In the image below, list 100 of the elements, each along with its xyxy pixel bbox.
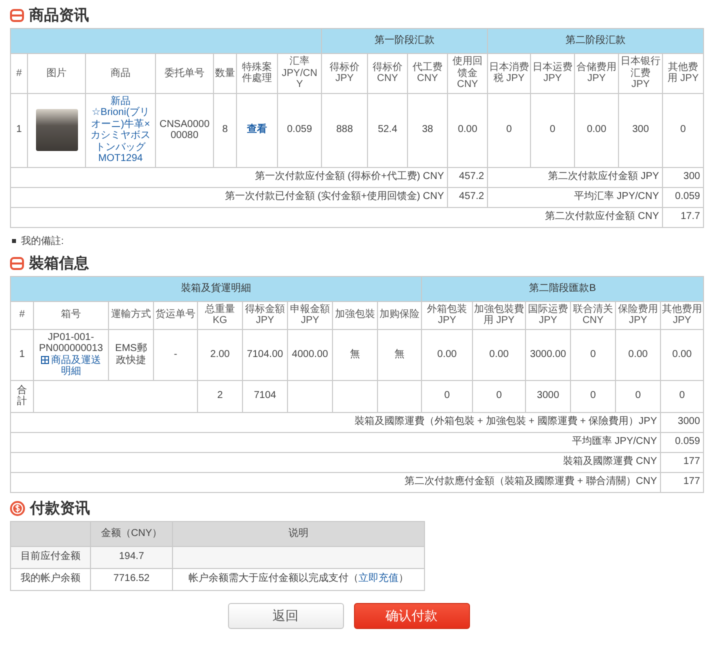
table-cell: 目前应付金额: [10, 546, 90, 568]
plus-box-icon: [41, 356, 49, 364]
table-cell: 0: [616, 380, 661, 412]
table-cell: 0.00: [472, 329, 526, 380]
photo-placeholder: [36, 109, 78, 151]
table-cell: 合計: [10, 380, 34, 412]
table-cell: 194.7: [90, 546, 172, 568]
header-cell: 委托单号: [156, 54, 214, 93]
header-cell: #: [10, 301, 34, 329]
table-cell: 888: [322, 93, 368, 167]
view-link[interactable]: 查看: [247, 124, 267, 136]
table-cell: 無: [332, 329, 378, 380]
table-cell: -: [154, 329, 198, 380]
table-cell: 0.059: [660, 432, 704, 452]
summary-label: 第二次付款应付金額 JPY: [488, 167, 663, 187]
summary-label: 平均匯率 JPY/CNY: [10, 432, 661, 452]
header-cell: 代工费 CNY: [408, 54, 448, 93]
section-title: 付款资讯: [30, 498, 90, 518]
header-cell: 日本消费税 JPY: [488, 54, 531, 93]
header-cell: 其他费用 JPY: [660, 301, 704, 329]
summary-label: 第二次付款應付金額（裝箱及國際運費 + 聯合清關）CNY: [10, 472, 661, 492]
group-header-cell: 第一阶段汇款: [322, 28, 488, 54]
box-number: JP01-001-PN000000013: [38, 332, 104, 354]
header-cell: 加购保险: [378, 301, 422, 329]
table-cell: 3000: [526, 380, 571, 412]
header-cell: 图片: [28, 54, 86, 93]
header-cell: 箱号: [34, 301, 108, 329]
table-cell: 0.00: [448, 93, 488, 167]
header-cell: 外箱包装 JPY: [422, 301, 473, 329]
table-cell: 0: [488, 93, 531, 167]
table-cell: 0: [570, 380, 616, 412]
table-cell: 0.00: [660, 329, 704, 380]
header-cell: 数量: [214, 54, 236, 93]
header-cell: 日本运费 JPY: [530, 54, 575, 93]
table-cell: 0: [530, 93, 575, 167]
table-cell: 8: [214, 93, 236, 167]
header-cell: 得标价 CNY: [368, 54, 408, 93]
table-cell: 38: [408, 93, 448, 167]
bullet-icon: [12, 238, 16, 242]
header-cell: 得标金額 JPY: [242, 301, 288, 329]
table-cell: 177: [660, 472, 704, 492]
header-cell: 加強包裝費用 JPY: [472, 301, 526, 329]
confirm-payment-button[interactable]: 确认付款: [354, 602, 470, 628]
header-cell: 金额（CNY）: [90, 521, 172, 546]
details-link[interactable]: 商品及運送明細: [37, 354, 105, 378]
table-cell: 17.7: [662, 207, 704, 227]
header-cell: 联合清关 CNY: [570, 301, 616, 329]
table-cell: 0: [472, 380, 526, 412]
group-header-cell: 第二阶段汇款: [488, 28, 704, 54]
header-cell: 总重量 KG: [198, 301, 242, 329]
table-cell: 0: [662, 93, 704, 167]
summary-label: 第一次付款已付金額 (实付金額+使用回馈金) CNY: [10, 187, 448, 207]
header-cell: 货运单号: [154, 301, 198, 329]
group-header-cell: 第二階段匯款B: [422, 276, 704, 301]
table-cell: 3000: [660, 412, 704, 432]
header-cell: 其他费用 JPY: [662, 54, 704, 93]
summary-label: 第二次付款应付金額 CNY: [10, 207, 663, 227]
table-cell: 300: [618, 93, 663, 167]
table-cell: [378, 380, 422, 412]
product-link[interactable]: 新品☆Brioni(ブリオーニ)牛革×カシミヤボストンバッグ MOT1294: [89, 96, 152, 164]
table-cell: 457.2: [448, 167, 488, 187]
summary-label: 第一次付款应付金額 (得标价+代工费) CNY: [10, 167, 448, 187]
summary-label: 裝箱及國際運費（外箱包裝 + 加強包裝 + 國際運費 + 保險費用）JPY: [10, 412, 661, 432]
table-cell: 0: [422, 380, 473, 412]
header-cell: 说明: [172, 521, 424, 546]
summary-label: 裝箱及國際運費 CNY: [10, 452, 661, 472]
header-cell: 申報金額 JPY: [288, 301, 332, 329]
header-cell: #: [10, 54, 28, 93]
box-icon: [10, 256, 24, 270]
back-button[interactable]: 返回: [228, 602, 344, 628]
table-cell: 7104.00: [242, 329, 288, 380]
header-cell: 保险费用 JPY: [616, 301, 661, 329]
header-cell: 使用回馈金 CNY: [448, 54, 488, 93]
table-cell: 0.00: [574, 93, 619, 167]
table-cell: 7716.52: [90, 568, 172, 590]
table-cell: 0.00: [616, 329, 661, 380]
section-title: 裝箱信息: [29, 254, 89, 272]
recharge-link[interactable]: 立即充值: [358, 573, 398, 584]
dollar-coin-icon: [10, 500, 25, 516]
header-cell: 得标价 JPY: [322, 54, 368, 93]
table-cell: CNSA000000080: [156, 93, 214, 167]
table-cell: 1: [10, 329, 34, 380]
header-cell: 汇率 JPY/CNY: [278, 54, 322, 93]
table-cell: [288, 380, 332, 412]
table-cell: 2.00: [198, 329, 242, 380]
table-cell: 0: [570, 329, 616, 380]
table-cell: 我的帐户余额: [10, 568, 90, 590]
table-cell: 無: [378, 329, 422, 380]
header-cell: 特殊案件處理: [236, 54, 278, 93]
table-cell: 52.4: [368, 93, 408, 167]
summary-label: 平均汇率 JPY/CNY: [488, 187, 663, 207]
header-cell: 合储费用 JPY: [574, 54, 619, 93]
table-cell: [332, 380, 378, 412]
table-cell: 177: [660, 452, 704, 472]
table-cell: 0.059: [278, 93, 322, 167]
box-icon: [10, 9, 24, 22]
table-cell: 300: [662, 167, 704, 187]
header-cell: 加強包裝: [332, 301, 378, 329]
table-cell: 2: [198, 380, 242, 412]
table-cell: 0.059: [662, 187, 704, 207]
